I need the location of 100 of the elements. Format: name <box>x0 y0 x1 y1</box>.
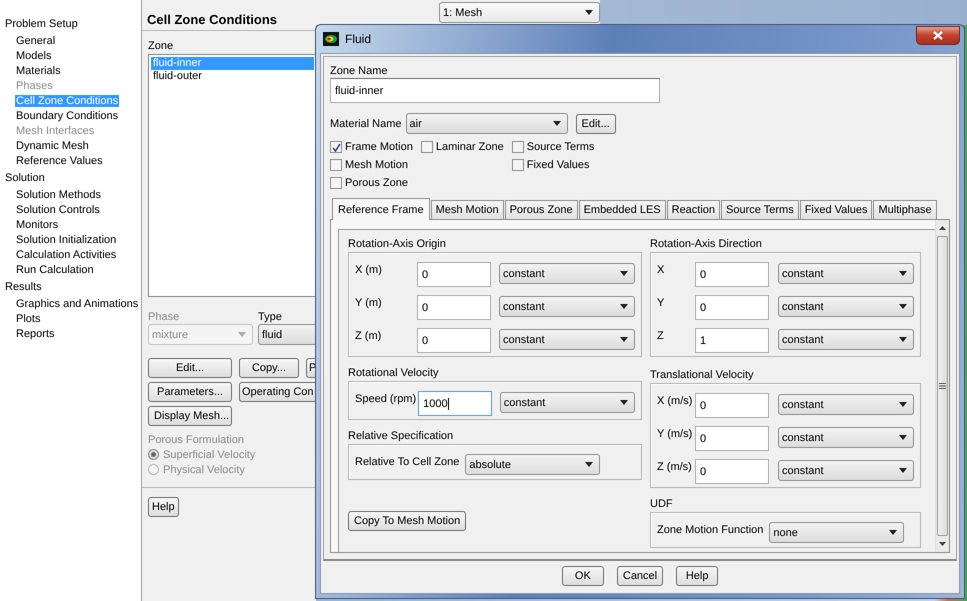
dropdown-arrow-icon <box>899 271 907 276</box>
close-icon <box>933 30 943 40</box>
checkbox[interactable] <box>512 141 524 153</box>
method-dropdown[interactable]: constant <box>500 392 635 413</box>
number-field[interactable]: 1 <box>695 328 769 353</box>
group-title: UDF <box>650 497 674 512</box>
dropdown-arrow-icon <box>899 435 907 440</box>
tree-item[interactable]: Solution Methods <box>15 189 102 201</box>
method-dropdown[interactable]: constant <box>499 329 635 350</box>
tree-item[interactable]: Solution Initialization <box>15 234 118 246</box>
tab[interactable]: Porous Zone <box>504 200 578 219</box>
tree-item[interactable]: Reports <box>15 328 56 340</box>
field-label: Zone Motion Function <box>657 524 764 536</box>
tree-item[interactable]: Boundary Conditions <box>15 110 120 122</box>
view-dropdown[interactable]: 1: Mesh <box>439 2 600 23</box>
help-button[interactable]: Help <box>148 497 179 517</box>
checkbox[interactable] <box>330 159 342 171</box>
checkbox-option[interactable]: Porous Zone <box>330 174 413 192</box>
dropdown-arrow-icon <box>620 337 628 342</box>
dropdown-arrow-icon <box>620 400 628 405</box>
field-label: X <box>657 264 664 276</box>
field-label: Y (m) <box>355 297 382 309</box>
zone-list[interactable]: fluid-inner fluid-outer <box>148 54 316 297</box>
zone-item[interactable]: fluid-outer <box>151 70 314 83</box>
dropdown-arrow-icon <box>238 332 246 337</box>
dialog-button[interactable]: Help <box>676 566 718 586</box>
checkbox-option[interactable]: Mesh Motion <box>330 156 413 174</box>
method-dropdown[interactable]: constant <box>778 427 914 448</box>
tree-item[interactable]: Run Calculation <box>15 264 95 276</box>
method-dropdown[interactable]: constant <box>778 329 914 350</box>
method-dropdown[interactable]: constant <box>499 263 635 284</box>
tab[interactable]: Reaction <box>666 200 720 219</box>
checkbox-option[interactable]: Laminar Zone <box>420 138 504 156</box>
material-dropdown[interactable]: air <box>406 113 568 134</box>
tree-item[interactable]: General <box>15 35 56 47</box>
tab[interactable]: Reference Frame <box>332 198 430 220</box>
number-field[interactable]: 0 <box>417 262 491 287</box>
tree-item[interactable]: Reference Values <box>15 155 104 167</box>
panel-button[interactable]: Parameters... <box>148 382 232 402</box>
type-dropdown[interactable]: fluid <box>258 324 316 345</box>
tree-item[interactable]: Materials <box>15 65 62 77</box>
panel-button[interactable]: Edit... <box>148 358 232 378</box>
checkbox-option[interactable]: Source Terms <box>512 138 594 156</box>
tab[interactable]: Multiphase <box>873 200 937 219</box>
dropdown-arrow-icon <box>899 468 907 473</box>
number-field[interactable]: 0 <box>417 328 491 353</box>
zone-name-field[interactable]: fluid-inner <box>330 78 660 103</box>
tree-item[interactable]: Plots <box>15 313 42 325</box>
number-field[interactable]: 0 <box>695 393 769 418</box>
method-dropdown[interactable]: constant <box>778 263 914 284</box>
field-label: Y (m/s) <box>657 428 692 440</box>
dialog-button[interactable]: OK <box>562 566 604 586</box>
number-field[interactable]: 1000 <box>418 391 492 416</box>
checkbox[interactable] <box>420 141 433 153</box>
tree-item[interactable]: Graphics and Animations <box>15 298 140 310</box>
checkbox-option[interactable]: Fixed Values <box>512 156 594 174</box>
tree-section[interactable]: Problem Setup <box>0 17 141 32</box>
tree-item[interactable]: Dynamic Mesh <box>15 140 90 152</box>
method-dropdown[interactable]: constant <box>778 296 914 317</box>
checkmark-icon <box>332 142 340 152</box>
panel-button[interactable]: Display Mesh... <box>148 406 232 426</box>
tree-item[interactable]: Calculation Activities <box>15 249 118 261</box>
tree-section[interactable]: Solution <box>0 171 141 186</box>
number-field[interactable]: 0 <box>695 262 769 287</box>
method-dropdown[interactable]: constant <box>778 460 914 481</box>
panel-button[interactable]: Operating Con <box>239 382 316 402</box>
tab[interactable]: Mesh Motion <box>430 200 504 219</box>
number-field[interactable]: 0 <box>695 426 769 451</box>
dropdown-arrow-icon <box>899 402 907 407</box>
scroll-thumb[interactable] <box>937 236 948 536</box>
tree-item[interactable]: Solution Controls <box>15 204 101 216</box>
panel-button[interactable]: Copy... <box>239 358 299 378</box>
copy-button[interactable]: Copy To Mesh Motion <box>348 511 466 531</box>
field-label: Relative To Cell Zone <box>355 456 460 468</box>
method-dropdown[interactable]: constant <box>778 394 914 415</box>
tab[interactable]: Fixed Values <box>800 200 872 219</box>
tree-section[interactable]: Results <box>0 280 141 295</box>
tab[interactable]: Source Terms <box>721 200 799 219</box>
scroll-up-icon <box>939 226 946 230</box>
material-edit-button[interactable]: Edit... <box>576 114 616 134</box>
vertical-scrollbar[interactable] <box>935 220 949 552</box>
method-dropdown[interactable]: constant <box>499 296 635 317</box>
option-dropdown[interactable]: absolute <box>465 454 600 475</box>
tree-item[interactable]: Monitors <box>15 219 60 231</box>
checkbox[interactable] <box>330 141 342 153</box>
tab[interactable]: Embedded LES <box>578 200 666 219</box>
zone-name-label: Zone Name <box>330 65 388 77</box>
number-field[interactable]: 0 <box>695 459 769 484</box>
group-title: Relative Specification <box>348 429 454 444</box>
option-dropdown[interactable]: none <box>769 522 904 543</box>
number-field[interactable]: 0 <box>695 295 769 320</box>
checkbox[interactable] <box>330 177 342 189</box>
material-name-label: Material Name <box>330 118 402 130</box>
tree-item[interactable]: Models <box>15 50 52 62</box>
checkbox-option[interactable]: Frame Motion <box>330 138 413 156</box>
field-label: X (m/s) <box>657 395 692 407</box>
number-field[interactable]: 0 <box>417 295 491 320</box>
dialog-button[interactable]: Cancel <box>616 566 664 586</box>
close-button[interactable] <box>916 26 960 44</box>
checkbox[interactable] <box>512 159 524 171</box>
